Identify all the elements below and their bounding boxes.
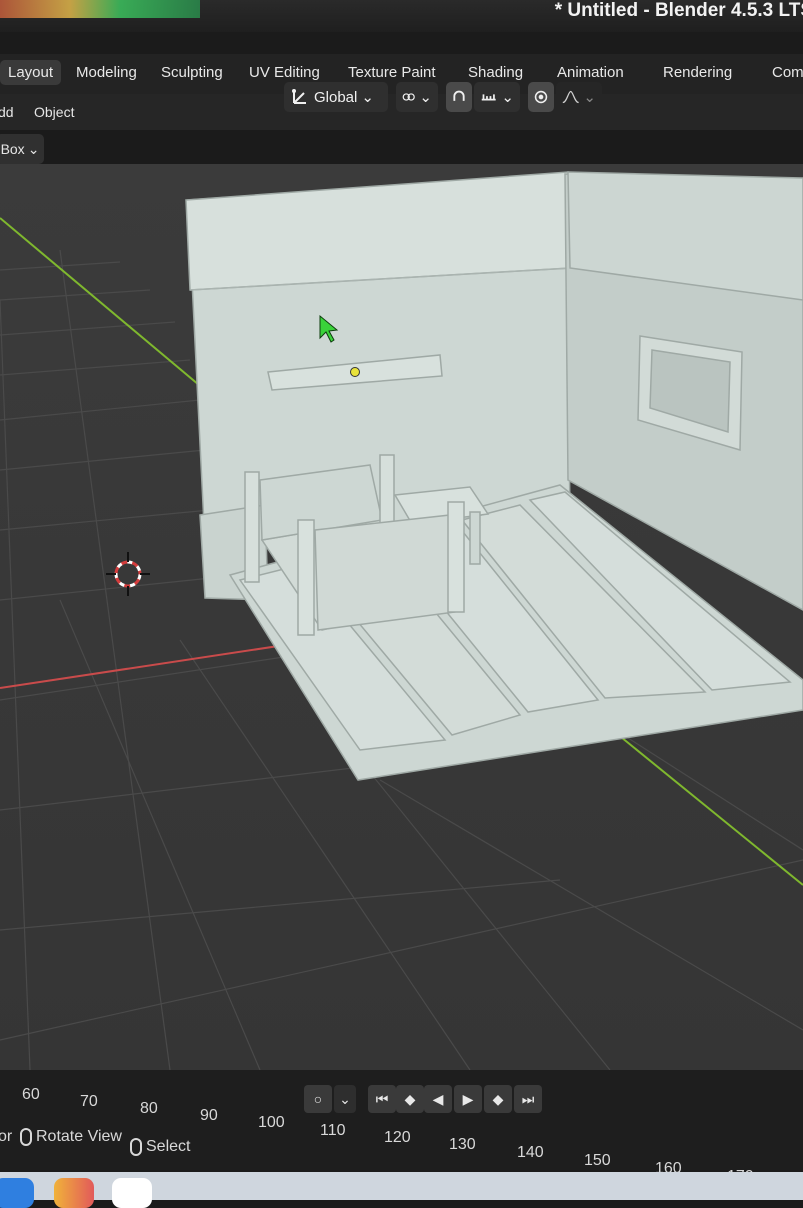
status-bar: or Rotate View Select	[0, 1128, 803, 1168]
frame-label: 90	[200, 1107, 218, 1124]
mouse-middle-icon	[20, 1128, 32, 1146]
jump-start-icon: ⏮	[375, 1090, 389, 1107]
jump-to-start-button[interactable]: ⏮	[368, 1085, 396, 1113]
chevron-down-icon: ⌄	[339, 1090, 351, 1107]
play-icon: ▶	[462, 1090, 474, 1107]
status-rotate-view: Rotate View	[20, 1128, 122, 1146]
status-select-label: Select	[146, 1138, 191, 1155]
jump-to-end-button[interactable]: ⏭	[514, 1085, 542, 1113]
previous-keyframe-button[interactable]: ◆	[396, 1085, 424, 1113]
light-object-icon[interactable]	[350, 367, 360, 377]
keying-dropdown[interactable]: ⌄	[334, 1085, 356, 1113]
app-icon[interactable]	[112, 1178, 152, 1208]
frame-label: 60	[22, 1086, 40, 1103]
3d-viewport[interactable]	[0, 164, 803, 1070]
frame-label: 70	[80, 1093, 98, 1110]
next-keyframe-button[interactable]: ◆	[484, 1085, 512, 1113]
finder-icon[interactable]	[0, 1178, 34, 1208]
play-reverse-button[interactable]: ◀	[424, 1085, 452, 1113]
status-select: Select	[130, 1138, 190, 1156]
next-keyframe-icon: ◆	[492, 1090, 504, 1107]
prev-keyframe-icon: ◆	[404, 1090, 416, 1107]
play-button[interactable]: ▶	[454, 1085, 482, 1113]
app-icon[interactable]	[54, 1178, 94, 1208]
status-rotate-view-label: Rotate View	[36, 1128, 122, 1145]
play-reverse-icon: ◀	[432, 1090, 444, 1107]
status-fragment: or	[0, 1128, 13, 1145]
frame-label: 80	[140, 1100, 158, 1117]
macos-dock	[0, 1172, 803, 1208]
jump-end-icon: ⏭	[521, 1090, 535, 1107]
keying-toggle[interactable]: ○	[304, 1085, 332, 1113]
record-circle-icon: ○	[313, 1091, 323, 1107]
mouse-right-icon	[130, 1138, 142, 1156]
